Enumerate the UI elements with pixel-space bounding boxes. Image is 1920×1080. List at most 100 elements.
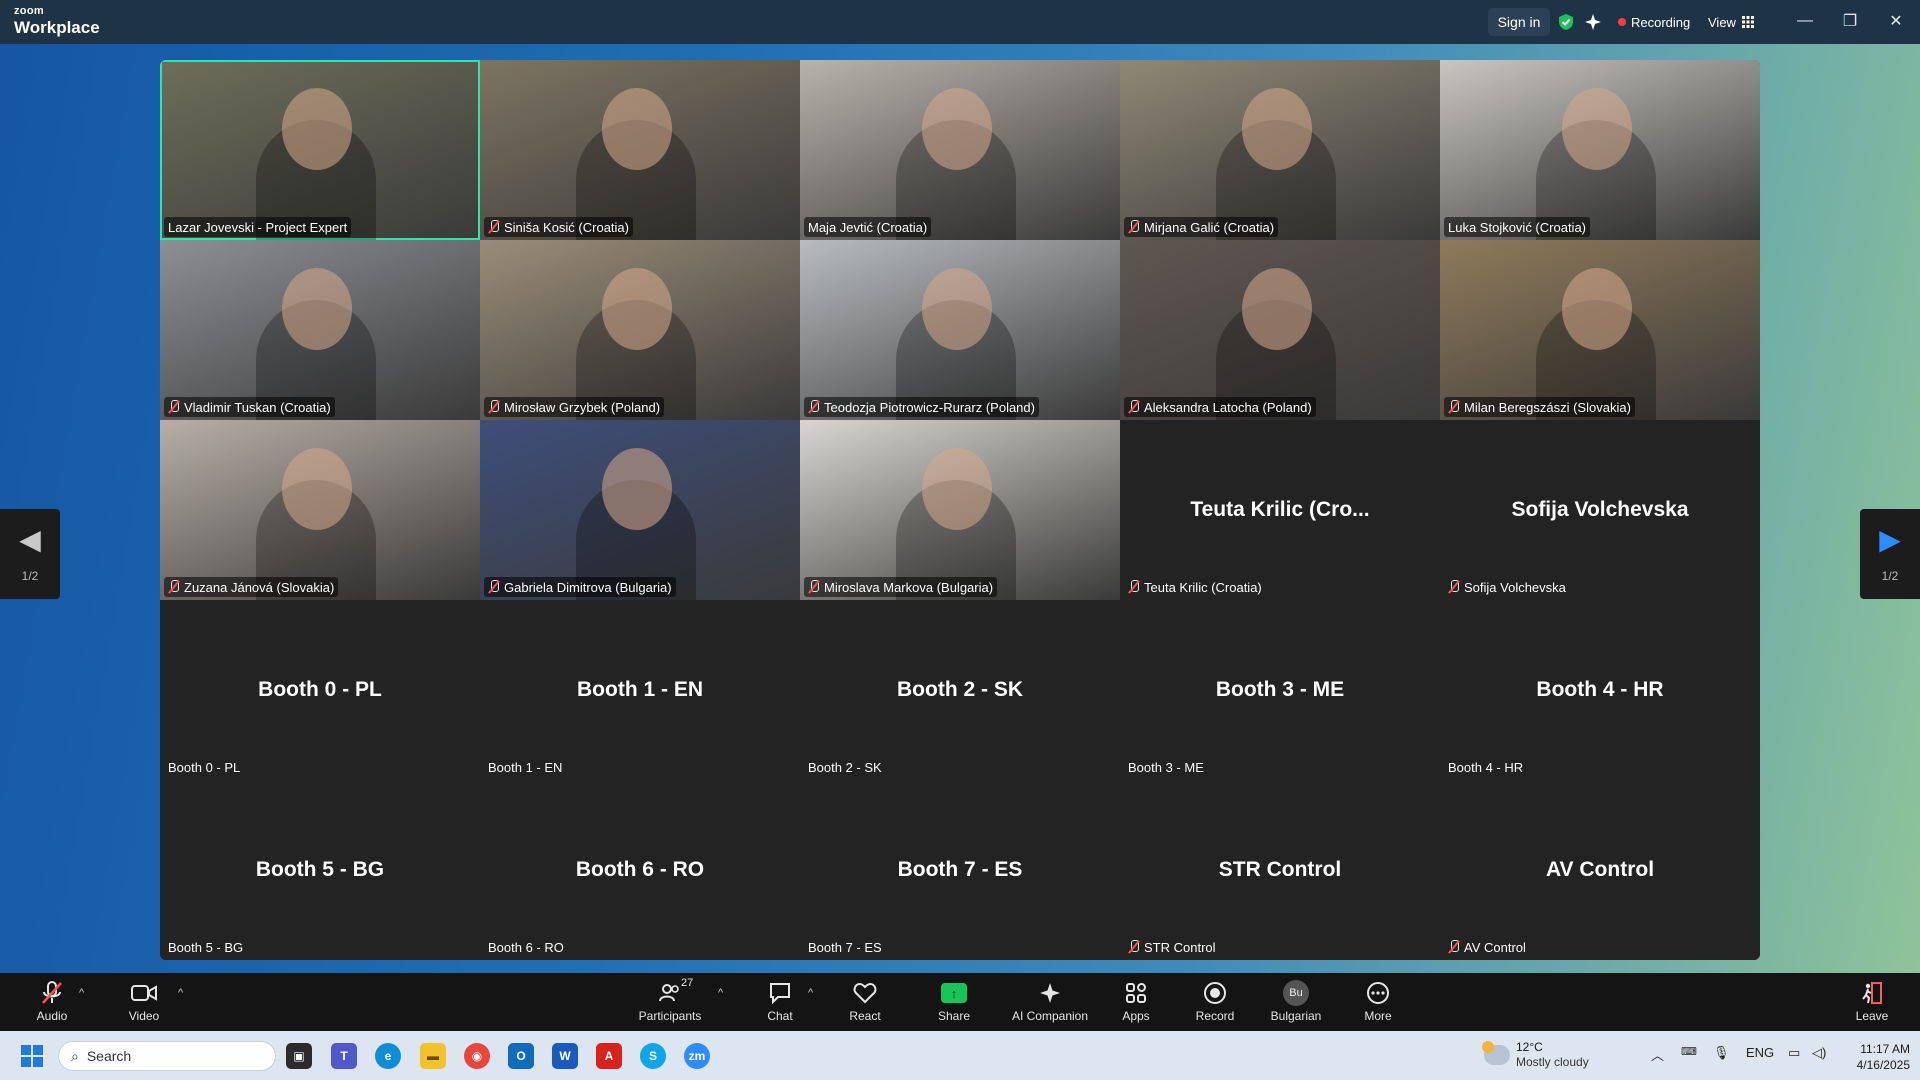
zoom-logo: zoom Workplace xyxy=(14,5,100,37)
sign-in-button[interactable]: Sign in xyxy=(1488,8,1550,36)
more-dots-icon xyxy=(1366,979,1390,1007)
apps-button[interactable]: Apps xyxy=(1116,979,1156,1027)
participant-name-tag: Booth 5 - BG xyxy=(164,937,247,957)
participant-tile[interactable]: Vladimir Tuskan (Croatia) xyxy=(160,240,480,420)
keyboard-icon[interactable]: ⌨ xyxy=(1681,1045,1697,1058)
chat-options-chevron-icon[interactable]: ^ xyxy=(808,987,813,999)
participant-name-tag: Booth 2 - SK xyxy=(804,757,886,777)
participant-name-tag: Mirjana Galić (Croatia) xyxy=(1124,217,1279,237)
show-hidden-icons-chevron-icon[interactable]: ︿ xyxy=(1651,1045,1664,1064)
participant-tile[interactable]: Teuta Krilic (Cro... Teuta Krilic (Croati… xyxy=(1120,420,1440,600)
participant-display-name: Booth 4 - HR xyxy=(1536,678,1664,701)
recording-indicator[interactable]: Recording xyxy=(1618,8,1690,36)
participant-name-tag: Luka Stojković (Croatia) xyxy=(1444,217,1590,237)
brand-small: zoom xyxy=(14,5,44,17)
participant-name-tag: Milan Beregszászi (Slovakia) xyxy=(1444,397,1635,417)
participant-tile[interactable]: Lazar Jovevski - Project Expert xyxy=(160,60,480,240)
teams-icon[interactable]: T xyxy=(331,1043,357,1069)
participant-tile[interactable]: Mirosław Grzybek (Poland) xyxy=(480,240,800,420)
ai-companion-button[interactable]: AI Companion xyxy=(1008,979,1092,1027)
partly-cloudy-icon xyxy=(1482,1041,1510,1065)
participant-tile[interactable]: Booth 2 - SK Booth 2 - SK xyxy=(800,600,1120,780)
network-icon[interactable]: ▭ xyxy=(1788,1045,1800,1061)
participant-tile[interactable]: Miroslava Markova (Bulgaria) xyxy=(800,420,1120,600)
participant-tile[interactable]: Booth 7 - ES Booth 7 - ES xyxy=(800,780,1120,960)
leave-button[interactable]: Leave xyxy=(1852,979,1892,1027)
zoom-app-icon[interactable]: zm xyxy=(684,1043,710,1069)
weather-widget[interactable]: 12°C Mostly cloudy xyxy=(1482,1040,1589,1070)
participant-tile[interactable]: Booth 3 - ME Booth 3 - ME xyxy=(1120,600,1440,780)
word-icon[interactable]: W xyxy=(552,1043,578,1069)
participant-name: Mirjana Galić (Croatia) xyxy=(1144,219,1275,235)
participants-button[interactable]: 27 Participants xyxy=(635,977,705,1027)
participant-tile[interactable]: Booth 4 - HR Booth 4 - HR xyxy=(1440,600,1760,780)
participant-tile[interactable]: Zuzana Jánová (Slovakia) xyxy=(160,420,480,600)
skype-icon[interactable]: S xyxy=(640,1043,666,1069)
ai-sparkle-icon xyxy=(1038,979,1062,1007)
participant-display-name: Booth 1 - EN xyxy=(577,678,703,701)
minimize-icon[interactable]: — xyxy=(1790,8,1820,34)
mic-muted-icon xyxy=(1448,940,1460,954)
participants-icon: 27 xyxy=(659,977,693,1007)
audio-options-chevron-icon[interactable]: ^ xyxy=(79,987,84,999)
participant-tile[interactable]: Maja Jevtić (Croatia) xyxy=(800,60,1120,240)
acrobat-icon[interactable]: A xyxy=(596,1043,622,1069)
taskbar-search-input[interactable]: ⌕ Search xyxy=(58,1041,276,1071)
restore-icon[interactable]: ❐ xyxy=(1835,8,1865,34)
outlook-icon[interactable]: O xyxy=(508,1043,534,1069)
participant-name-tag: Mirosław Grzybek (Poland) xyxy=(484,397,665,417)
video-button[interactable]: Video xyxy=(122,979,166,1027)
participants-options-chevron-icon[interactable]: ^ xyxy=(718,987,723,999)
participant-name: Booth 5 - BG xyxy=(168,939,244,955)
participant-tile[interactable]: Milan Beregszászi (Slovakia) xyxy=(1440,240,1760,420)
record-button[interactable]: Record xyxy=(1193,979,1237,1027)
mic-muted-icon xyxy=(488,220,500,234)
participant-tile[interactable]: AV Control AV Control xyxy=(1440,780,1760,960)
task-view-icon[interactable]: ▣ xyxy=(286,1043,312,1069)
language-interpretation-button[interactable]: Bu Bulgarian xyxy=(1268,979,1324,1027)
participant-tile[interactable]: Siniša Kosić (Croatia) xyxy=(480,60,800,240)
clock[interactable]: 11:17 AM 4/16/2025 xyxy=(1840,1041,1910,1073)
share-button[interactable]: ↑ Share xyxy=(933,979,975,1027)
microphone-tray-icon[interactable]: 🎙 xyxy=(1713,1045,1730,1061)
participant-tile[interactable]: Booth 5 - BG Booth 5 - BG xyxy=(160,780,480,960)
chrome-icon[interactable]: ◉ xyxy=(464,1043,490,1069)
video-options-chevron-icon[interactable]: ^ xyxy=(178,987,183,999)
audio-label: Audio xyxy=(36,1009,68,1023)
sparkle-icon[interactable] xyxy=(1583,8,1603,36)
participant-name-tag: Maja Jevtić (Croatia) xyxy=(804,217,932,237)
view-button[interactable]: View xyxy=(1708,8,1754,36)
participant-tile[interactable]: Gabriela Dimitrova (Bulgaria) xyxy=(480,420,800,600)
participant-display-name: Booth 6 - RO xyxy=(575,858,705,881)
windows-start-icon[interactable] xyxy=(21,1045,43,1067)
language-badge: Bu xyxy=(1283,980,1309,1006)
participant-tile[interactable]: Booth 6 - RO Booth 6 - RO xyxy=(480,780,800,960)
react-button[interactable]: React xyxy=(845,979,885,1027)
participant-tile[interactable]: Mirjana Galić (Croatia) xyxy=(1120,60,1440,240)
file-explorer-icon[interactable]: ▬ xyxy=(420,1043,446,1069)
edge-icon[interactable]: e xyxy=(375,1043,401,1069)
previous-page-button[interactable]: ◀ 1/2 xyxy=(0,509,60,599)
chat-button[interactable]: Chat xyxy=(760,979,800,1027)
meeting-toolbar: Audio ^ Video ^ 27 Participants ^ Chat ^… xyxy=(0,973,1920,1031)
next-page-button[interactable]: ▶ 1/2 xyxy=(1860,509,1920,599)
language-indicator[interactable]: ENG xyxy=(1746,1045,1774,1060)
video-label: Video xyxy=(128,1009,160,1023)
shield-check-icon[interactable] xyxy=(1556,8,1576,36)
participant-tile[interactable]: Aleksandra Latocha (Poland) xyxy=(1120,240,1440,420)
participant-name: Milan Beregszászi (Slovakia) xyxy=(1464,399,1631,415)
participant-tile[interactable]: Booth 1 - EN Booth 1 - EN xyxy=(480,600,800,780)
participant-tile[interactable]: Teodozja Piotrowicz-Rurarz (Poland) xyxy=(800,240,1120,420)
audio-button[interactable]: Audio xyxy=(30,979,74,1027)
weather-temperature: 12°C xyxy=(1516,1040,1543,1054)
participant-name: Booth 0 - PL xyxy=(168,759,241,775)
participant-display-name: AV Control xyxy=(1545,858,1655,881)
close-icon[interactable]: ✕ xyxy=(1881,8,1911,34)
more-button[interactable]: More xyxy=(1358,979,1398,1027)
participant-tile[interactable]: Luka Stojković (Croatia) xyxy=(1440,60,1760,240)
brand-large: Workplace xyxy=(14,18,100,37)
participant-tile[interactable]: Sofija Volchevska Sofija Volchevska xyxy=(1440,420,1760,600)
participant-tile[interactable]: STR Control STR Control xyxy=(1120,780,1440,960)
participant-tile[interactable]: Booth 0 - PL Booth 0 - PL xyxy=(160,600,480,780)
volume-icon[interactable]: ◁) xyxy=(1812,1045,1826,1061)
